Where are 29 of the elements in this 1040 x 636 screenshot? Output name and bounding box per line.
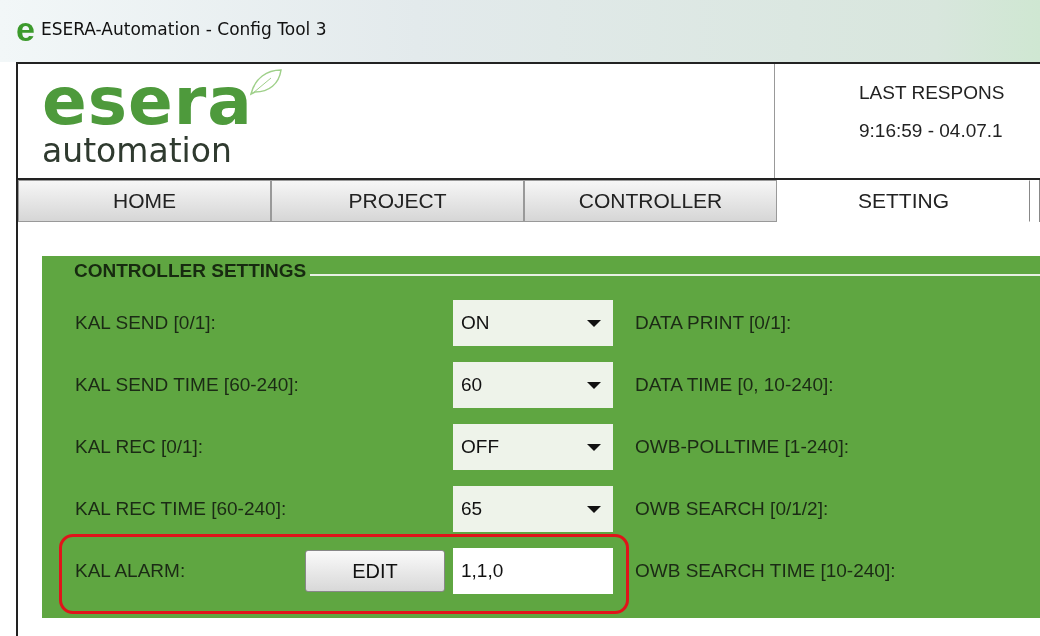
esera-logo: esera automation — [18, 64, 775, 178]
dropdown-arrow-icon — [587, 319, 601, 327]
edit-button[interactable]: EDIT — [305, 550, 445, 592]
dropdown-arrow-icon — [587, 443, 601, 451]
window-title: ESERA-Automation - Config Tool 3 — [40, 19, 327, 39]
dropdown[interactable]: OFF — [453, 424, 613, 470]
setting-label: KAL SEND TIME [60-240]: — [75, 374, 300, 396]
setting-label: DATA PRINT [0/1]: — [635, 312, 792, 334]
setting-label: OWB SEARCH TIME [10-240]: — [635, 560, 896, 582]
dropdown-arrow-icon — [587, 505, 601, 513]
last-response-time: 9:16:59 - 04.07.1 — [859, 120, 1004, 142]
panel-title: CONTROLLER SETTINGS — [73, 260, 307, 282]
last-response-label: LAST RESPONS — [859, 82, 1005, 104]
tab[interactable]: CONTROLLER — [524, 180, 777, 222]
dropdown[interactable]: 65 — [453, 486, 613, 532]
setting-label: OWB-POLLTIME [1-240]: — [635, 436, 849, 458]
setting-label: OWB SEARCH [0/1/2]: — [635, 498, 829, 520]
setting-label: DATA TIME [0, 10-240]: — [635, 374, 834, 396]
dropdown[interactable]: 60 — [453, 362, 613, 408]
text-field[interactable]: 1,1,0 — [453, 548, 613, 594]
tab[interactable]: HOME — [18, 180, 271, 222]
setting-label: KAL REC TIME [60-240]: — [75, 498, 288, 520]
setting-label: KAL SEND [0/1]: — [75, 312, 217, 334]
dropdown-arrow-icon — [587, 381, 601, 389]
setting-label: KAL ALARM: — [75, 560, 187, 582]
dropdown[interactable]: ON — [453, 300, 613, 346]
tab[interactable]: PROJECT — [271, 180, 524, 222]
setting-label: KAL REC [0/1]: — [75, 436, 205, 458]
app-icon: e — [16, 12, 35, 46]
